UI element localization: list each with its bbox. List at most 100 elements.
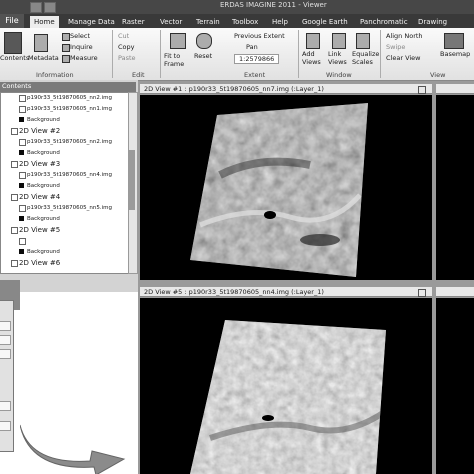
dialog-button[interactable] [0, 421, 11, 431]
tab-toolbox[interactable]: Toolbox [228, 16, 262, 28]
swipe-button[interactable]: Swipe [386, 43, 405, 51]
tree-node-label: 2D View #3 [19, 160, 61, 168]
satellite-image-5 [190, 320, 386, 474]
group-information: Information [36, 71, 74, 79]
background-swatch [19, 117, 24, 122]
background-swatch [19, 150, 24, 155]
tree-node-label: Background [27, 249, 60, 255]
tree-node-label: Background [27, 216, 60, 222]
ribbon: Contents Metadata Select Inquire Measure… [0, 28, 474, 81]
dialog-field[interactable] [0, 335, 11, 345]
tree-node-label: Background [27, 183, 60, 189]
visibility-checkbox[interactable] [19, 95, 26, 102]
background-swatch [19, 183, 24, 188]
paste-button[interactable]: Paste [118, 54, 136, 62]
tab-raster[interactable]: Raster [118, 16, 149, 28]
close-icon[interactable] [418, 86, 426, 94]
contents-tree[interactable]: p190r33_5t19870605_nn2.img p190r33_5t1987… [0, 92, 130, 274]
add-views-icon[interactable] [306, 33, 320, 49]
tab-panchromatic[interactable]: Panchromatic [356, 16, 412, 28]
close-icon[interactable] [418, 289, 426, 297]
visibility-checkbox[interactable] [19, 238, 26, 245]
scale-field[interactable]: 1:2579866 [234, 54, 280, 64]
view-2-title [436, 84, 474, 94]
contents-icon[interactable] [4, 32, 22, 54]
inquire-icon [62, 44, 70, 52]
contents-button[interactable]: Contents [0, 54, 29, 62]
view-1-canvas[interactable] [140, 95, 432, 280]
equalize-scales-icon[interactable] [356, 33, 370, 49]
copy-button[interactable]: Copy [118, 43, 135, 51]
tree-node-label: p190r33_5t19870605_nn1.img [27, 106, 112, 112]
dialog-field[interactable] [0, 321, 11, 331]
visibility-checkbox[interactable] [11, 260, 18, 267]
tree-node-label: 2D View #5 [19, 226, 61, 234]
file-tab[interactable]: File [0, 14, 24, 28]
tab-manage-data[interactable]: Manage Data [64, 16, 119, 28]
select-icon [62, 33, 70, 41]
view-6-canvas[interactable] [436, 298, 474, 474]
view-5-title: 2D View #5 : p190r33_5t19870605_nn4.img … [140, 287, 432, 297]
cut-button[interactable]: Cut [118, 32, 129, 40]
reset-button[interactable]: Reset [194, 52, 212, 60]
reset-icon[interactable] [196, 33, 212, 49]
tree-node-label: p190r33_5t19870605_nn4.img [27, 238, 112, 244]
window-title: ERDAS IMAGINE 2011 - Viewer [220, 1, 327, 9]
arrow-graphic [20, 424, 126, 474]
visibility-checkbox[interactable] [19, 205, 26, 212]
tab-drawing[interactable]: Drawing [414, 16, 451, 28]
pan-button[interactable]: Pan [246, 43, 258, 51]
align-north-button[interactable]: Align North [386, 32, 423, 40]
tab-terrain[interactable]: Terrain [192, 16, 224, 28]
visibility-checkbox[interactable] [19, 139, 26, 146]
view-6-title [436, 287, 474, 297]
tree-node-label: 2D View #6 [19, 259, 61, 267]
dialog-field[interactable] [0, 349, 11, 359]
contents-panel-title: Contents [2, 82, 32, 90]
select-button[interactable]: Select [70, 32, 90, 40]
previous-extent-button[interactable]: Previous Extent [234, 32, 285, 40]
clear-view-button[interactable]: Clear View [386, 54, 421, 62]
background-swatch [19, 216, 24, 221]
visibility-checkbox[interactable] [11, 194, 18, 201]
visibility-checkbox[interactable] [11, 227, 18, 234]
group-extent: Extent [244, 71, 266, 79]
measure-button[interactable]: Measure [70, 54, 98, 62]
tree-node-label: p190r33_5t19870605_nn4.img [27, 172, 112, 178]
group-view: View [430, 71, 446, 79]
equalize-scales-button[interactable]: Equalize Scales [352, 50, 379, 66]
basemap-icon[interactable] [444, 33, 464, 49]
tab-google-earth[interactable]: Google Earth [298, 16, 352, 28]
ribbon-tabs: Home Manage Data Raster Vector Terrain T… [0, 14, 474, 28]
link-views-button[interactable]: Link Views [328, 50, 350, 66]
view-2-canvas[interactable] [436, 95, 474, 280]
fit-to-frame-icon[interactable] [170, 33, 186, 49]
visibility-checkbox[interactable] [11, 161, 18, 168]
tab-home[interactable]: Home [30, 16, 59, 28]
basemap-button[interactable]: Basemap [440, 50, 470, 58]
tab-help[interactable]: Help [268, 16, 292, 28]
tree-node-label: Background [27, 150, 60, 156]
visibility-checkbox[interactable] [19, 106, 26, 113]
background-swatch [19, 249, 24, 254]
visibility-checkbox[interactable] [19, 172, 26, 179]
view-1-title: 2D View #1 : p190r33_5t19870605_nn7.img … [140, 84, 432, 94]
scrollbar-thumb[interactable] [129, 150, 135, 210]
visibility-checkbox[interactable] [11, 128, 18, 135]
link-views-icon[interactable] [332, 33, 346, 49]
tree-node-label: Background [27, 117, 60, 123]
tab-vector[interactable]: Vector [156, 16, 186, 28]
quick-access-icon[interactable] [30, 2, 42, 13]
tree-node-label: p190r33_5t19870605_nn5.img [27, 205, 112, 211]
undo-icon[interactable] [44, 2, 56, 13]
add-views-button[interactable]: Add Views [302, 50, 324, 66]
view-5-canvas[interactable] [140, 298, 432, 474]
metadata-icon[interactable] [34, 34, 48, 52]
inquire-button[interactable]: Inquire [70, 43, 93, 51]
dialog-button[interactable] [0, 401, 11, 411]
tree-node-label: p190r33_5t19870605_nn2.img [27, 95, 112, 101]
fit-to-frame-button[interactable]: Fit to Frame [164, 52, 190, 68]
satellite-image-1 [190, 103, 368, 277]
title-bar: ERDAS IMAGINE 2011 - Viewer [0, 0, 474, 14]
metadata-button[interactable]: Metadata [28, 54, 59, 62]
